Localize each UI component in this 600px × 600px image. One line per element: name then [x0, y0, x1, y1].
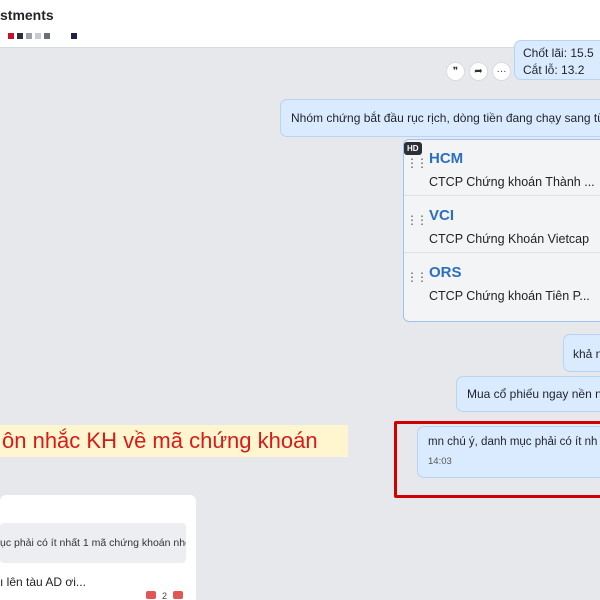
message-bubble[interactable]: Mua cổ phiếu ngay nền nề — [456, 376, 600, 412]
reactions[interactable]: 2 — [146, 591, 184, 600]
chat-header: stments — [0, 0, 600, 48]
reply-message-card[interactable]: ục phải có ít nhất 1 mã chứng khoán nhé … — [0, 495, 196, 600]
annotation-caption: ôn nhắc KH về mã chứng khoán — [0, 425, 348, 457]
message-bubble[interactable]: khả n — [563, 334, 600, 372]
drag-handle-icon[interactable]: ⋮⋮ — [406, 271, 428, 283]
hd-badge: HD — [404, 142, 422, 155]
avatar — [44, 33, 50, 39]
stock-card[interactable]: ⋮⋮ HCM CTCP Chứng khoán Thành ... ⋮⋮ VCI… — [403, 139, 600, 322]
heart-icon — [146, 591, 156, 599]
stock-company: CTCP Chứng Khoán Vietcap — [429, 232, 590, 246]
message-text: ı lên tàu AD ơi... — [0, 575, 86, 589]
stock-company: CTCP Chứng khoán Tiên P... — [429, 289, 590, 303]
avatar — [71, 33, 77, 39]
message-bubble[interactable]: Chốt lãi: 15.5 Cắt lỗ: 13.2 — [514, 40, 600, 80]
stock-ticker[interactable]: ORS — [429, 264, 462, 281]
quote-icon[interactable]: ❞ — [446, 62, 465, 81]
message-text: Nhóm chứng bắt đầu rục rịch, dòng tiền đ… — [291, 111, 600, 125]
avatar — [26, 33, 32, 39]
take-profit-text: Chốt lãi: 15.5 — [523, 46, 594, 60]
member-avatars[interactable] — [8, 33, 77, 39]
message-actions: ❞ ➦ ··· — [446, 62, 511, 81]
drag-handle-icon[interactable]: ⋮⋮ — [406, 157, 428, 169]
stock-ticker[interactable]: HCM — [429, 150, 463, 167]
message-text: Mua cổ phiếu ngay nền nề — [467, 387, 600, 401]
drag-handle-icon[interactable]: ⋮⋮ — [406, 214, 428, 226]
stock-row[interactable]: ⋮⋮ VCI CTCP Chứng Khoán Vietcap — [404, 197, 600, 253]
message-bubble[interactable]: Nhóm chứng bắt đầu rục rịch, dòng tiền đ… — [280, 99, 600, 137]
reaction-count: 2 — [162, 591, 168, 600]
stock-ticker[interactable]: VCI — [429, 207, 454, 224]
more-icon[interactable]: ··· — [492, 62, 511, 81]
avatar — [35, 33, 41, 39]
quoted-message[interactable]: ục phải có ít nhất 1 mã chứng khoán nhé — [0, 523, 186, 563]
heart-icon[interactable] — [173, 591, 184, 599]
stock-company: CTCP Chứng khoán Thành ... — [429, 175, 595, 189]
avatar — [17, 33, 23, 39]
stop-loss-text: Cắt lỗ: 13.2 — [523, 63, 585, 77]
stock-row[interactable]: ⋮⋮ ORS CTCP Chứng khoán Tiên P... — [404, 254, 600, 310]
forward-icon[interactable]: ➦ — [469, 62, 488, 81]
highlight-frame — [394, 421, 600, 498]
avatar — [8, 33, 14, 39]
message-text: khả n — [573, 347, 600, 361]
stock-row[interactable]: ⋮⋮ HCM CTCP Chứng khoán Thành ... — [404, 140, 600, 196]
chat-title: stments — [0, 7, 54, 23]
